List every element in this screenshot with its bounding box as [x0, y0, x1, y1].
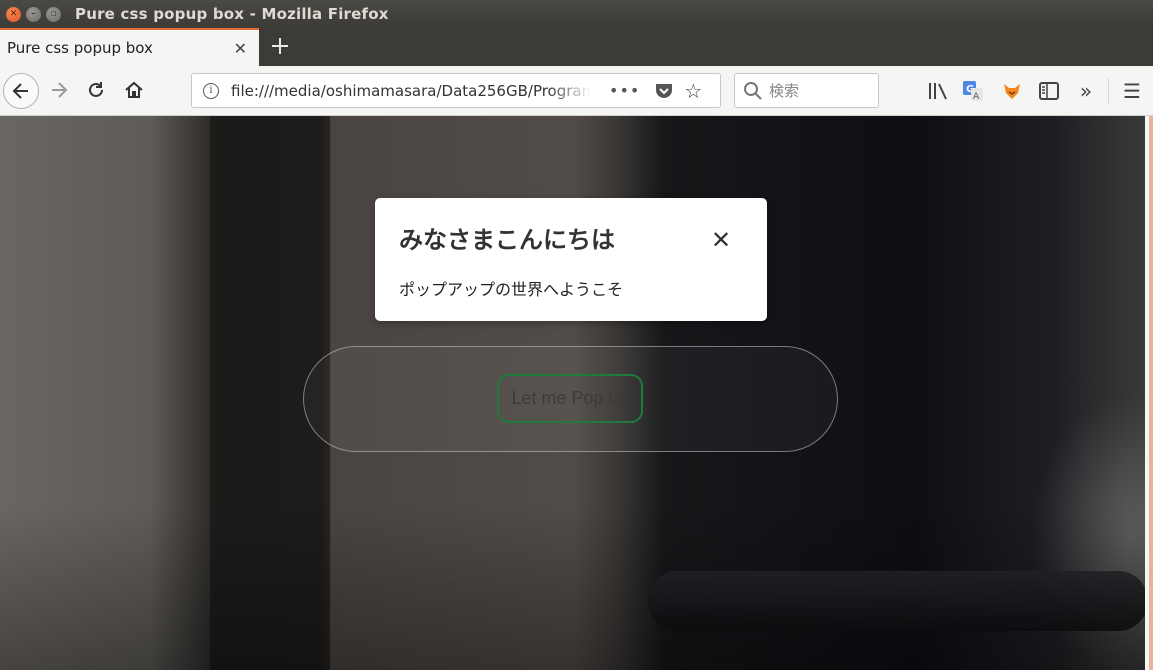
modal-close-icon[interactable]: ✕ [709, 228, 733, 252]
arrow-left-icon [12, 83, 28, 99]
toolbar-separator [1108, 78, 1109, 104]
window-close-icon[interactable]: ✕ [6, 6, 21, 22]
forward-button[interactable] [45, 76, 73, 104]
back-button[interactable] [3, 73, 39, 109]
home-icon [125, 81, 143, 98]
window-title: Pure css popup box - Mozilla Firefox [75, 5, 389, 23]
window-right-edge [1145, 116, 1153, 670]
page-actions-more-icon[interactable]: ••• [609, 81, 640, 100]
tab-active[interactable]: Pure css popup box ✕ [0, 28, 259, 66]
svg-text:A: A [973, 92, 980, 102]
plus-icon [272, 38, 288, 54]
library-icon[interactable] [925, 78, 951, 104]
window-titlebar: ✕ – ▫ Pure css popup box - Mozilla Firef… [0, 0, 1153, 28]
popup-modal: みなさまこんにちは ✕ ポップアップの世界へようこそ [375, 198, 767, 321]
tab-strip: Pure css popup box ✕ [0, 28, 1153, 66]
reload-button[interactable] [82, 76, 110, 104]
url-text[interactable]: file:///media/oshimamasara/Data256GB/Pro… [231, 82, 591, 100]
reload-icon [89, 82, 103, 97]
info-icon[interactable]: i [203, 82, 219, 99]
fox-extension-icon[interactable] [999, 78, 1025, 104]
page-viewport: Let me Pop up みなさまこんにちは ✕ ポップアップの世界へようこそ [0, 116, 1145, 670]
tab-label: Pure css popup box [7, 39, 153, 57]
modal-body-text: ポップアップの世界へようこそ [399, 280, 624, 299]
arrow-right-icon [52, 82, 68, 98]
tab-close-icon[interactable]: ✕ [234, 39, 247, 58]
bookmark-star-icon[interactable]: ☆ [684, 79, 702, 103]
search-bar[interactable]: 検索 [734, 73, 879, 108]
hamburger-menu-icon[interactable]: ☰ [1119, 78, 1145, 104]
let-me-pop-up-button[interactable]: Let me Pop up [497, 374, 643, 423]
window-controls: ✕ – ▫ [6, 6, 61, 22]
new-tab-button[interactable] [266, 32, 294, 60]
home-button[interactable] [120, 76, 148, 104]
window-maximize-icon[interactable]: ▫ [46, 6, 61, 22]
overflow-menu-icon[interactable]: » [1073, 78, 1099, 104]
search-icon [744, 81, 762, 100]
pocket-icon[interactable] [654, 82, 674, 100]
modal-title: みなさまこんにちは [399, 226, 615, 254]
url-bar[interactable]: i file:///media/oshimamasara/Data256GB/P… [191, 73, 721, 108]
search-placeholder: 検索 [769, 82, 800, 100]
sidebar-toggle-icon[interactable] [1036, 78, 1062, 104]
translate-icon[interactable]: GA [960, 78, 986, 104]
navigation-toolbar: i file:///media/oshimamasara/Data256GB/P… [0, 66, 1153, 116]
window-minimize-icon[interactable]: – [26, 6, 41, 22]
background-laptop-shape [648, 571, 1145, 631]
